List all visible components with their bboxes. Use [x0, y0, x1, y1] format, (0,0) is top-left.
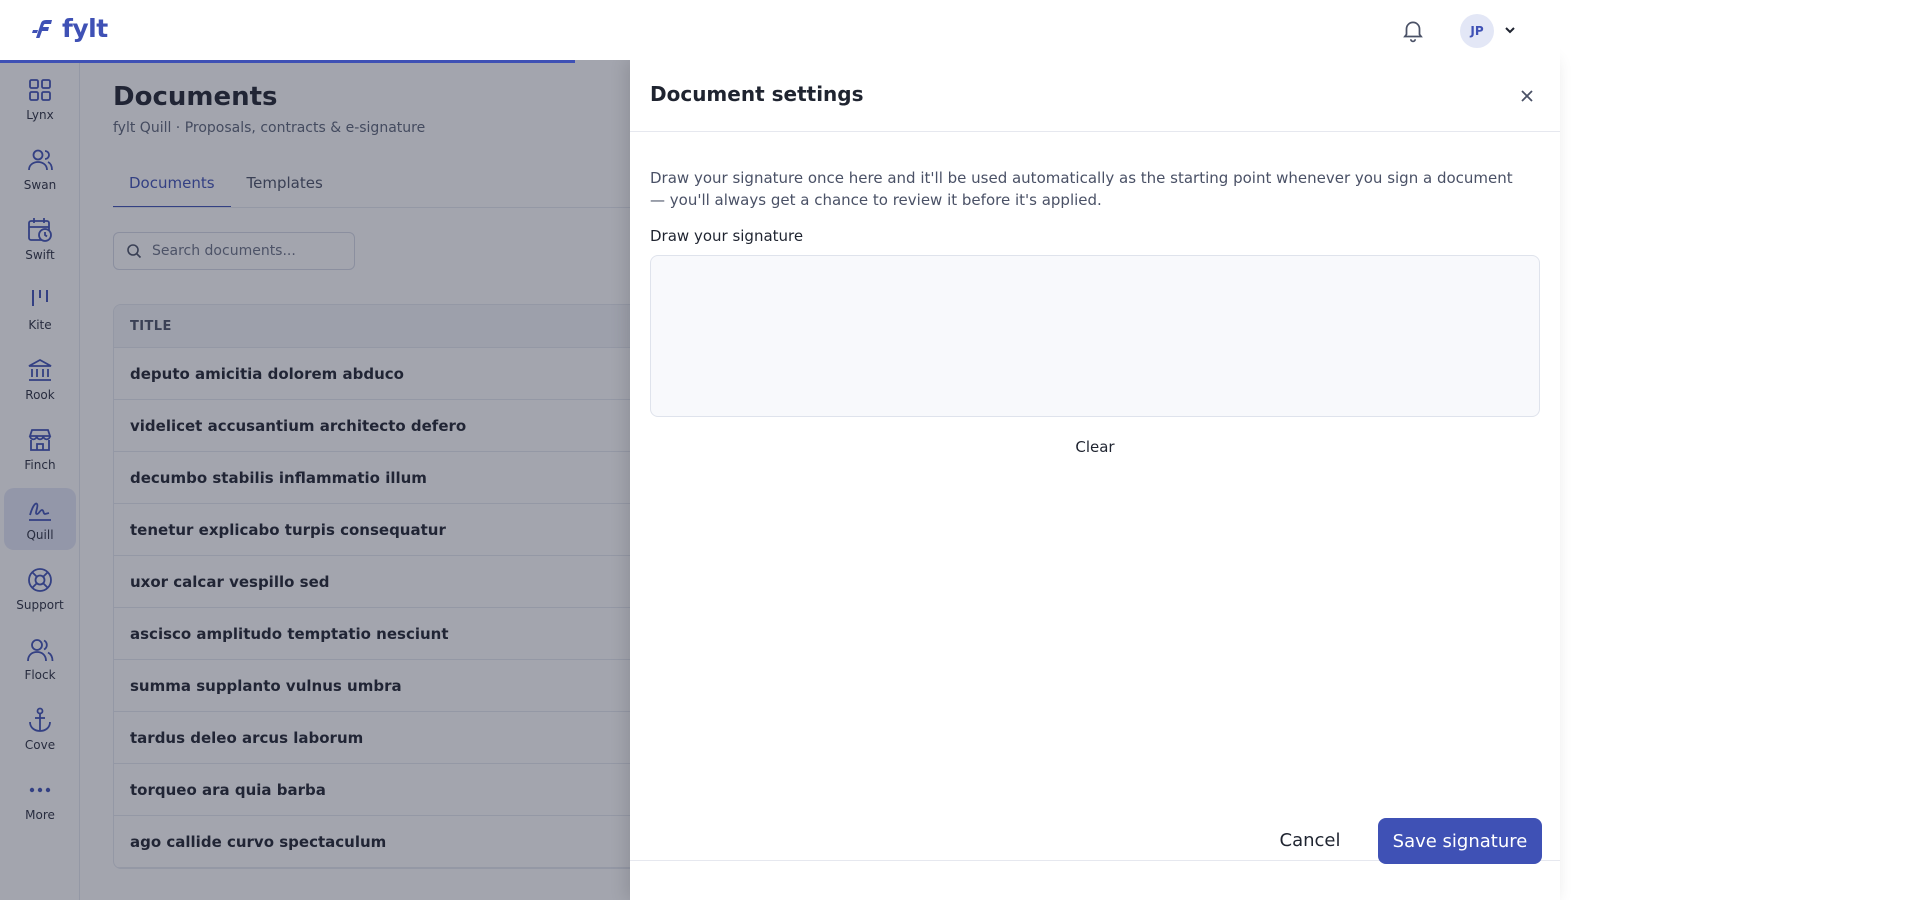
cancel-button[interactable]: Cancel: [1270, 818, 1350, 862]
chevron-down-icon[interactable]: [1502, 22, 1518, 38]
clear-signature-button[interactable]: Clear: [1045, 432, 1145, 462]
dialog-footer: [630, 860, 1560, 900]
brand-name: fylt: [62, 14, 108, 43]
dialog-description: Draw your signature once here and it'll …: [650, 169, 1513, 209]
close-button[interactable]: [1517, 86, 1537, 106]
loading-progress-bar: [0, 60, 575, 63]
top-bar: fylt JP: [0, 0, 1560, 60]
notifications-bell-icon[interactable]: [1400, 17, 1426, 43]
dialog-header: Document settings: [630, 60, 1560, 132]
save-signature-button[interactable]: Save signature: [1378, 818, 1542, 864]
document-settings-dialog: Document settings Draw your signature on…: [630, 60, 1560, 900]
brand-logo[interactable]: fylt: [30, 14, 108, 43]
signature-label: Draw your signature: [650, 227, 804, 245]
user-avatar[interactable]: JP: [1460, 14, 1494, 48]
close-icon: [1521, 90, 1533, 102]
fylt-logo-icon: [32, 19, 52, 38]
dialog-title: Document settings: [650, 82, 864, 106]
signature-pad[interactable]: [650, 255, 1540, 417]
